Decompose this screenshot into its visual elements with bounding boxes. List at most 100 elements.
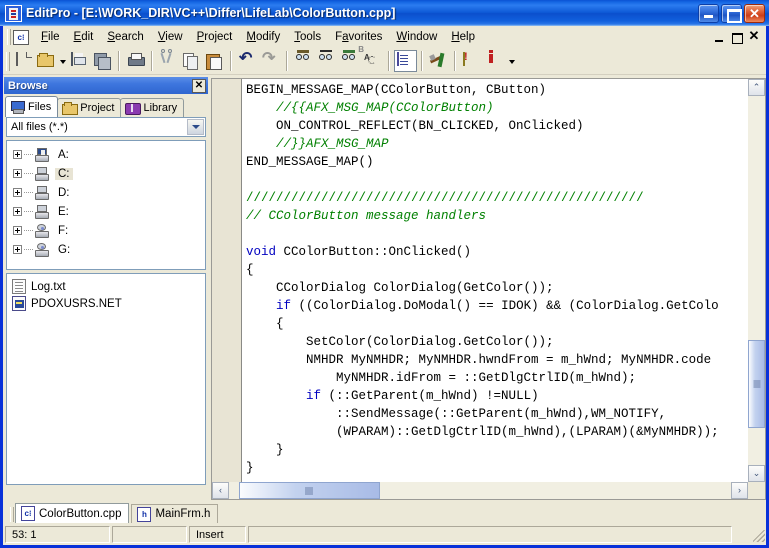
close-button[interactable]: [744, 4, 765, 23]
menu-item-favorites[interactable]: Favorites: [328, 28, 389, 46]
save-button[interactable]: [68, 50, 91, 72]
scroll-down-button[interactable]: ⌄: [748, 465, 765, 482]
expand-icon[interactable]: [13, 169, 22, 178]
toolbar-separator-3: [230, 51, 232, 71]
tree-item-f[interactable]: F:: [9, 221, 205, 240]
tree-item-g[interactable]: G:: [9, 240, 205, 259]
copy-button[interactable]: [180, 50, 203, 72]
properties-button[interactable]: [394, 50, 417, 72]
tree-item-e[interactable]: E:: [9, 202, 205, 221]
doctabs-grip[interactable]: [9, 505, 15, 523]
drive-tree[interactable]: A: C: D: E:: [6, 140, 206, 270]
redo-button[interactable]: [259, 50, 282, 72]
doctab-mainfrm-h[interactable]: h MainFrm.h: [131, 504, 218, 523]
compile-button[interactable]: [460, 50, 483, 72]
code-line: //{{AFX_MSG_MAP(CColorButton): [246, 99, 748, 117]
vertical-scrollbar[interactable]: ⌃ ⌄: [748, 79, 765, 482]
menubar: c⁝ FFileile Edit Search View Project Mod…: [3, 26, 766, 48]
expand-icon[interactable]: [13, 188, 22, 197]
horizontal-scrollbar[interactable]: ‹ ›: [212, 482, 748, 499]
titlebar: EditPro - [E:\WORK_DIR\VC++\Differ\LifeL…: [0, 0, 769, 26]
find-button[interactable]: [292, 50, 315, 72]
code-text[interactable]: BEGIN_MESSAGE_MAP(CColorButton, CButton)…: [242, 79, 748, 482]
chevron-down-icon[interactable]: [187, 119, 204, 135]
menu-item-project[interactable]: Project: [190, 28, 240, 46]
browse-panel-close-button[interactable]: [192, 79, 206, 93]
menu-item-modify[interactable]: Modify: [239, 28, 287, 46]
open-file-dropdown[interactable]: [57, 50, 68, 72]
toolbar-separator-6: [421, 51, 423, 71]
code-line: BEGIN_MESSAGE_MAP(CColorButton, CButton): [246, 81, 748, 99]
maximize-button[interactable]: [721, 4, 742, 23]
tree-item-label: D:: [55, 187, 73, 199]
menu-item-view[interactable]: View: [151, 28, 190, 46]
minimize-button[interactable]: [698, 4, 719, 23]
code-line: if ((ColorDialog.DoModal() == IDOK) && (…: [246, 297, 748, 315]
undo-button[interactable]: [236, 50, 259, 72]
menu-item-window[interactable]: Window: [389, 28, 444, 46]
menu-item-search[interactable]: Search: [100, 28, 150, 46]
errors-button[interactable]: [483, 50, 506, 72]
tab-project[interactable]: Project: [57, 98, 121, 117]
tree-item-d[interactable]: D:: [9, 183, 205, 202]
expand-icon[interactable]: [13, 207, 22, 216]
computer-icon: [10, 101, 25, 114]
list-item[interactable]: PDOXUSRS.NET: [10, 295, 205, 312]
scroll-right-button[interactable]: ›: [731, 482, 748, 499]
open-file-button[interactable]: [34, 50, 57, 72]
code-line: if (::GetParent(m_hWnd) !=NULL): [246, 387, 748, 405]
cut-button[interactable]: [157, 50, 180, 72]
tab-files[interactable]: Files: [5, 96, 58, 117]
menu-item-tools[interactable]: Tools: [287, 28, 328, 46]
toolbar-overflow-button[interactable]: [506, 50, 517, 72]
mdi-close-button[interactable]: ✕: [746, 30, 762, 45]
expand-icon[interactable]: [13, 150, 22, 159]
chevron-right-icon: ›: [738, 486, 741, 495]
menu-item-help[interactable]: Help: [444, 28, 482, 46]
code-line: void CColorButton::OnClicked(): [246, 243, 748, 261]
scroll-up-button[interactable]: ⌃: [748, 79, 765, 96]
vertical-scrollbar-thumb[interactable]: [748, 340, 765, 429]
paste-button[interactable]: [203, 50, 226, 72]
horizontal-scrollbar-thumb[interactable]: [239, 482, 380, 499]
code-line: {: [246, 315, 748, 333]
toolbar-separator-4: [286, 51, 288, 71]
find-in-files-button[interactable]: [315, 50, 338, 72]
expand-icon[interactable]: [13, 226, 22, 235]
save-all-button[interactable]: [91, 50, 114, 72]
file-filter-combobox[interactable]: All files (*.*): [6, 117, 206, 137]
doctab-colorbutton-cpp[interactable]: c⁝ ColorButton.cpp: [15, 503, 129, 523]
code-line: }: [246, 441, 748, 459]
file-list[interactable]: Log.txt PDOXUSRS.NET: [6, 273, 206, 485]
tools-button[interactable]: [427, 50, 450, 72]
tab-library[interactable]: Library: [120, 98, 184, 117]
cpp-document-icon[interactable]: c⁝: [13, 30, 29, 45]
mdi-restore-button[interactable]: [729, 30, 745, 45]
selection-margin[interactable]: [212, 79, 242, 482]
mdi-minimize-button[interactable]: [712, 30, 728, 45]
tree-item-a[interactable]: A:: [9, 145, 205, 164]
code-line: END_MESSAGE_MAP(): [246, 153, 748, 171]
new-file-button[interactable]: [11, 50, 34, 72]
chevron-down-icon: ⌄: [753, 469, 761, 478]
editor-viewport[interactable]: BEGIN_MESSAGE_MAP(CColorButton, CButton)…: [212, 79, 748, 482]
application-window: EditPro - [E:\WORK_DIR\VC++\Differ\LifeL…: [0, 0, 769, 548]
menu-item-file[interactable]: FFileile: [34, 28, 67, 46]
goto-button[interactable]: [361, 50, 384, 72]
menu-item-edit[interactable]: Edit: [67, 28, 101, 46]
insert-mode: Insert: [189, 526, 246, 543]
scroll-left-button[interactable]: ‹: [212, 482, 229, 499]
book-icon: [125, 102, 140, 115]
grip-icon: [753, 380, 760, 387]
resize-grip-icon[interactable]: [750, 527, 766, 543]
toolbar-grip[interactable]: [3, 50, 11, 72]
print-button[interactable]: [124, 50, 147, 72]
menubar-grip[interactable]: [5, 28, 12, 46]
code-editor[interactable]: BEGIN_MESSAGE_MAP(CColorButton, CButton)…: [211, 78, 766, 500]
header-file-icon: h: [137, 507, 151, 522]
tree-item-label: A:: [55, 149, 72, 161]
tree-item-c[interactable]: C:: [9, 164, 205, 183]
expand-icon[interactable]: [13, 245, 22, 254]
list-item[interactable]: Log.txt: [10, 278, 205, 295]
doctab-label: MainFrm.h: [155, 508, 210, 520]
